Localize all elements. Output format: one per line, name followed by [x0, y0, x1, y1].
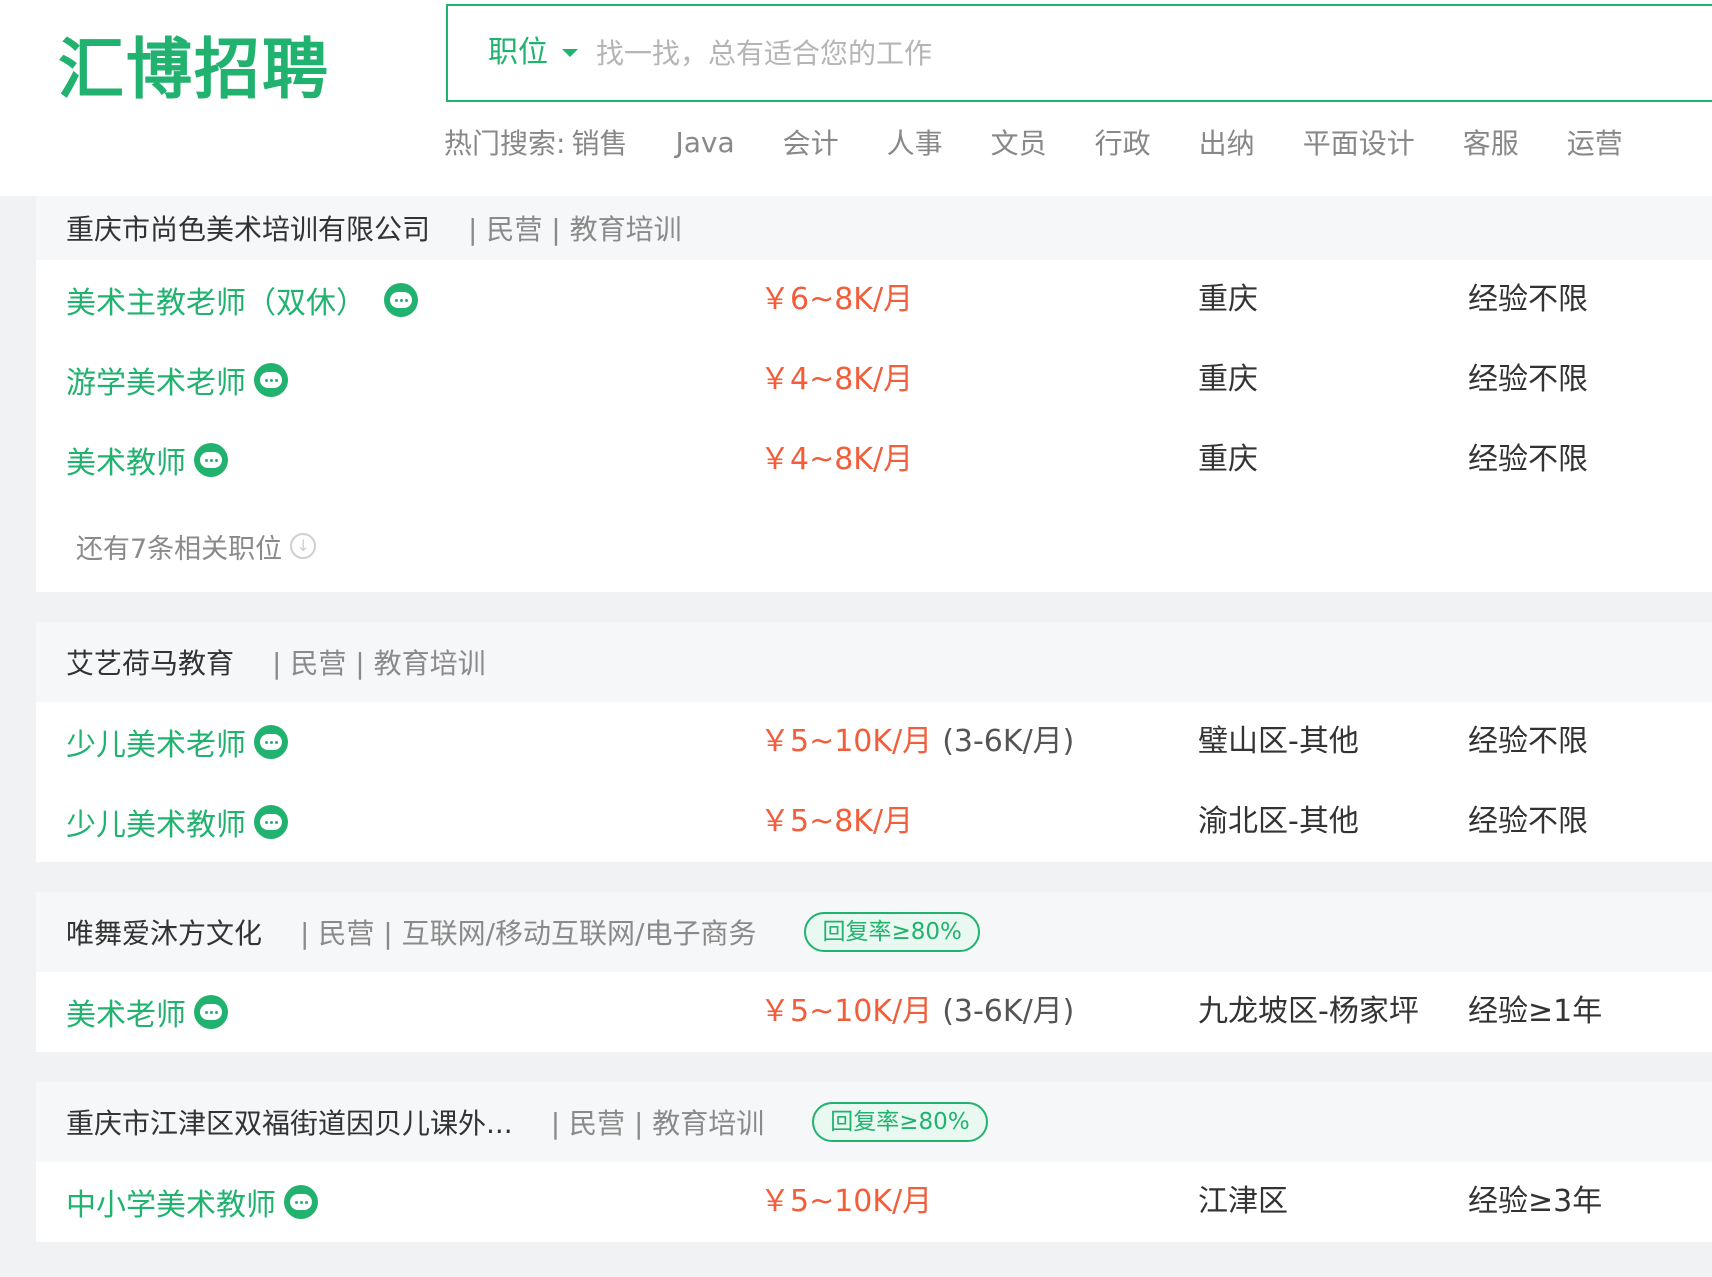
- chat-bubble-icon[interactable]: [384, 283, 418, 317]
- salary-text: ￥5~10K/月: [760, 994, 933, 1029]
- job-title[interactable]: 少儿美术教师: [66, 782, 288, 862]
- site-header: 汇博招聘 职位 热门搜索: 销售 Java 会计 人事 文员 行政 出纳 平面设…: [0, 0, 1712, 196]
- job-title-text: 中小学美术教师: [66, 1188, 276, 1223]
- search-box: 职位: [446, 4, 1712, 102]
- job-salary: ￥4~8K/月: [760, 340, 913, 420]
- hot-search-item[interactable]: 行政: [1095, 122, 1151, 162]
- salary-range-extra: (3-6K/月): [942, 994, 1075, 1029]
- hot-search-label: 热门搜索:: [444, 127, 566, 160]
- company-name[interactable]: 唯舞爱沐方文化: [66, 912, 262, 952]
- company-card: 艾艺荷马教育 | 民营 | 教育培训 少儿美术老师 ￥5~10K/月 (3-6K/…: [36, 622, 1712, 862]
- hot-search-bar: 热门搜索: 销售 Java 会计 人事 文员 行政 出纳 平面设计 客服 运营: [444, 118, 1623, 166]
- job-salary: ￥5~10K/月 (3-6K/月): [760, 702, 1074, 782]
- chat-bubble-icon[interactable]: [284, 1185, 318, 1219]
- job-experience: 经验不限: [1468, 362, 1588, 397]
- job-title[interactable]: 美术老师: [66, 972, 228, 1052]
- company-header: 艾艺荷马教育 | 民营 | 教育培训: [36, 622, 1712, 702]
- hot-search-item[interactable]: 客服: [1463, 122, 1519, 162]
- company-meta: | 民营 | 教育培训: [550, 1107, 765, 1140]
- job-salary: ￥6~8K/月: [760, 260, 913, 340]
- job-experience: 经验不限: [1468, 442, 1588, 477]
- chat-bubble-icon[interactable]: [254, 363, 288, 397]
- search-type-dropdown[interactable]: 职位: [488, 6, 578, 100]
- job-title-text: 美术教师: [66, 446, 186, 481]
- caret-down-icon: [562, 49, 578, 57]
- site-logo[interactable]: 汇博招聘: [58, 26, 330, 114]
- company-meta: | 民营 | 教育培训: [272, 647, 486, 680]
- job-row[interactable]: 美术教师 ￥4~8K/月 重庆 经验不限: [36, 420, 1712, 500]
- job-title[interactable]: 少儿美术老师: [66, 702, 288, 782]
- company-name[interactable]: 重庆市尚色美术培训有限公司: [66, 208, 430, 248]
- job-title-text: 少儿美术老师: [66, 728, 246, 763]
- job-title-text: 美术老师: [66, 998, 186, 1033]
- salary-text: ￥5~8K/月: [760, 804, 914, 839]
- salary-range-extra: (3-6K/月): [942, 724, 1075, 759]
- job-row[interactable]: 美术主教老师（双休） ￥6~8K/月 重庆 经验不限: [36, 260, 1712, 340]
- salary-text: ￥4~8K/月: [760, 362, 914, 397]
- job-location: 九龙坡区-杨家坪: [1198, 994, 1419, 1029]
- job-title[interactable]: 中小学美术教师: [66, 1162, 318, 1242]
- job-location: 重庆: [1198, 442, 1258, 477]
- hot-search-item[interactable]: 会计: [783, 122, 839, 162]
- job-salary: ￥5~10K/月: [760, 1162, 932, 1242]
- company-header: 重庆市江津区双福街道因贝儿课外... | 民营 | 教育培训 回复率≥80%: [36, 1082, 1712, 1162]
- search-input[interactable]: [596, 28, 1596, 78]
- job-experience: 经验不限: [1468, 282, 1588, 317]
- job-row[interactable]: 少儿美术老师 ￥5~10K/月 (3-6K/月) 璧山区-其他 经验不限: [36, 702, 1712, 782]
- hot-search-item[interactable]: 平面设计: [1303, 122, 1415, 162]
- job-experience: 经验≥3年: [1468, 1184, 1603, 1219]
- job-salary: ￥5~8K/月: [760, 782, 913, 862]
- company-card: 重庆市尚色美术培训有限公司 | 民营 | 教育培训 美术主教老师（双休） ￥6~…: [36, 196, 1712, 592]
- hot-search-item[interactable]: 销售: [571, 122, 627, 162]
- job-row[interactable]: 美术老师 ￥5~10K/月 (3-6K/月) 九龙坡区-杨家坪 经验≥1年: [36, 972, 1712, 1052]
- job-location: 渝北区-其他: [1198, 804, 1359, 839]
- job-title[interactable]: 美术教师: [66, 420, 228, 500]
- hot-search-item[interactable]: 文员: [991, 122, 1047, 162]
- company-name[interactable]: 重庆市江津区双福街道因贝儿课外...: [66, 1102, 513, 1142]
- job-title[interactable]: 美术主教老师（双休）: [66, 260, 418, 340]
- chat-bubble-icon[interactable]: [254, 725, 288, 759]
- job-location: 璧山区-其他: [1198, 724, 1359, 759]
- search-type-label: 职位: [488, 35, 548, 70]
- company-header: 唯舞爱沐方文化 | 民营 | 互联网/移动互联网/电子商务 回复率≥80%: [36, 892, 1712, 972]
- job-salary: ￥4~8K/月: [760, 420, 913, 500]
- company-header: 重庆市尚色美术培训有限公司 | 民营 | 教育培训: [36, 196, 1712, 260]
- job-title-text: 游学美术老师: [66, 366, 246, 401]
- hot-search-item[interactable]: 出纳: [1199, 122, 1255, 162]
- circle-arrow-down-icon: ↓: [290, 533, 317, 559]
- job-experience: 经验≥1年: [1468, 994, 1603, 1029]
- job-location: 重庆: [1198, 362, 1258, 397]
- job-title-text: 美术主教老师（双休）: [66, 286, 366, 321]
- chat-bubble-icon[interactable]: [254, 805, 288, 839]
- reply-rate-badge: 回复率≥80%: [812, 1102, 988, 1142]
- company-card: 唯舞爱沐方文化 | 民营 | 互联网/移动互联网/电子商务 回复率≥80% 美术…: [36, 892, 1712, 1052]
- job-experience: 经验不限: [1468, 804, 1588, 839]
- chat-bubble-icon[interactable]: [194, 443, 228, 477]
- job-title-text: 少儿美术教师: [66, 808, 246, 843]
- hot-search-item[interactable]: 人事: [887, 122, 943, 162]
- reply-rate-badge: 回复率≥80%: [804, 912, 980, 952]
- company-name[interactable]: 艾艺荷马教育: [66, 642, 234, 682]
- hot-search-item[interactable]: Java: [675, 126, 734, 159]
- job-row[interactable]: 少儿美术教师 ￥5~8K/月 渝北区-其他 经验不限: [36, 782, 1712, 862]
- salary-text: ￥5~10K/月: [760, 1184, 933, 1219]
- hot-search-item[interactable]: 运营: [1567, 122, 1623, 162]
- job-salary: ￥5~10K/月 (3-6K/月): [760, 972, 1074, 1052]
- job-location: 重庆: [1198, 282, 1258, 317]
- salary-text: ￥4~8K/月: [760, 442, 914, 477]
- chat-bubble-icon[interactable]: [194, 995, 228, 1029]
- job-experience: 经验不限: [1468, 724, 1588, 759]
- job-row[interactable]: 中小学美术教师 ￥5~10K/月 江津区 经验≥3年: [36, 1162, 1712, 1242]
- job-location: 江津区: [1198, 1184, 1288, 1219]
- more-jobs-label: 还有7条相关职位: [76, 533, 283, 565]
- job-row[interactable]: 游学美术老师 ￥4~8K/月 重庆 经验不限: [36, 340, 1712, 420]
- company-meta: | 民营 | 教育培训: [468, 213, 682, 246]
- company-meta: | 民营 | 互联网/移动互联网/电子商务: [300, 917, 757, 950]
- salary-text: ￥5~10K/月: [760, 724, 933, 759]
- company-card: 重庆市江津区双福街道因贝儿课外... | 民营 | 教育培训 回复率≥80% 中…: [36, 1082, 1712, 1242]
- salary-text: ￥6~8K/月: [760, 282, 914, 317]
- job-title[interactable]: 游学美术老师: [66, 340, 288, 420]
- more-jobs-link[interactable]: 还有7条相关职位 ↓: [36, 500, 1712, 592]
